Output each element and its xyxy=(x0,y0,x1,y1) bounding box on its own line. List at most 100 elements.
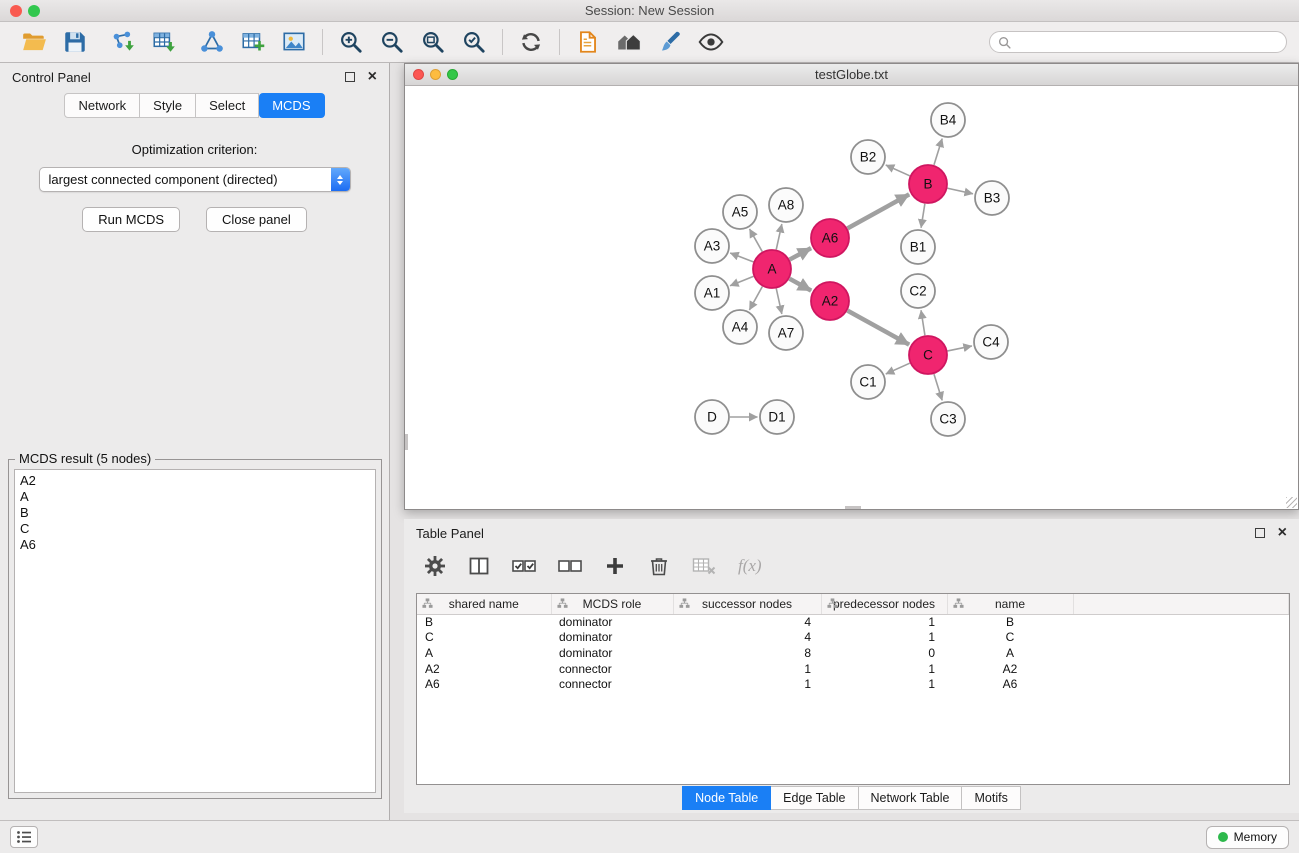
cell-shared-name[interactable]: C xyxy=(417,630,551,646)
delete-column-button[interactable] xyxy=(646,553,672,579)
cell-successor-nodes[interactable]: 1 xyxy=(673,676,821,692)
float-panel-icon[interactable] xyxy=(345,72,355,82)
new-table-button[interactable] xyxy=(237,26,269,58)
window-resize-grip[interactable] xyxy=(1286,497,1297,508)
cell-successor-nodes[interactable]: 1 xyxy=(673,661,821,677)
tab-style[interactable]: Style xyxy=(140,93,196,118)
cell-name[interactable]: C xyxy=(947,630,1073,646)
new-network-button[interactable] xyxy=(196,26,228,58)
cell-successor-nodes[interactable]: 4 xyxy=(673,630,821,646)
edge-C-C3[interactable] xyxy=(934,374,942,400)
cell-successor-nodes[interactable]: 8 xyxy=(673,645,821,661)
cell-name[interactable]: A xyxy=(947,645,1073,661)
edge-A2-C[interactable] xyxy=(848,311,910,345)
close-window-button[interactable] xyxy=(10,5,22,17)
cell-predecessor-nodes[interactable]: 1 xyxy=(821,614,947,630)
table-row[interactable]: A6 connector 1 1 A6 xyxy=(417,676,1289,692)
export-image-button[interactable] xyxy=(278,26,310,58)
cell-predecessor-nodes[interactable]: 1 xyxy=(821,661,947,677)
network-overview-button[interactable] xyxy=(613,26,645,58)
cell-shared-name[interactable]: A2 xyxy=(417,661,551,677)
table-row[interactable]: A2 connector 1 1 A2 xyxy=(417,661,1289,677)
show-panels-button[interactable] xyxy=(10,826,38,848)
edge-A-A2[interactable] xyxy=(790,279,812,291)
edge-C-C1[interactable] xyxy=(886,363,910,374)
deselect-all-button[interactable] xyxy=(556,553,584,579)
column-header-shared-name[interactable]: shared name xyxy=(417,594,551,614)
tab-select[interactable]: Select xyxy=(196,93,259,118)
tab-mcds[interactable]: MCDS xyxy=(259,93,324,118)
tab-node-table[interactable]: Node Table xyxy=(682,786,771,810)
close-panel-icon[interactable]: × xyxy=(368,72,377,82)
search-field[interactable] xyxy=(989,31,1287,53)
tab-motifs[interactable]: Motifs xyxy=(962,786,1020,810)
close-mcds-panel-button[interactable]: Close panel xyxy=(206,207,307,232)
cell-successor-nodes[interactable]: 4 xyxy=(673,614,821,630)
edge-C-C4[interactable] xyxy=(948,346,972,351)
table-row[interactable]: C dominator 4 1 C xyxy=(417,630,1289,646)
table-row[interactable]: B dominator 4 1 B xyxy=(417,614,1289,630)
run-mcds-button[interactable]: Run MCDS xyxy=(82,207,180,232)
network-minimize-button[interactable] xyxy=(430,69,441,80)
criterion-dropdown[interactable]: largest connected component (directed) xyxy=(39,167,351,192)
function-builder-button[interactable]: f(x) xyxy=(738,556,762,576)
result-item[interactable]: C xyxy=(20,521,370,537)
edge-A-A4[interactable] xyxy=(749,287,762,310)
edge-B-B1[interactable] xyxy=(921,204,925,228)
vertical-scroll-stub[interactable] xyxy=(405,434,408,450)
search-input[interactable] xyxy=(1016,35,1278,50)
cell-shared-name[interactable]: B xyxy=(417,614,551,630)
zoom-in-button[interactable] xyxy=(335,26,367,58)
network-canvas-svg[interactable]: B4B2BB3A5A8A6B1A3AA1C2A2A4A7C4C1CC3DD1 xyxy=(405,86,1298,509)
show-hide-button[interactable] xyxy=(695,26,727,58)
edge-C-C2[interactable] xyxy=(921,310,925,335)
network-canvas[interactable]: B4B2BB3A5A8A6B1A3AA1C2A2A4A7C4C1CC3DD1 xyxy=(405,86,1298,509)
edge-A-A8[interactable] xyxy=(776,224,782,249)
float-table-panel-icon[interactable] xyxy=(1255,528,1265,538)
edge-B-B4[interactable] xyxy=(934,139,942,165)
open-session-button[interactable] xyxy=(18,26,50,58)
import-network-button[interactable] xyxy=(107,26,139,58)
cell-name[interactable]: B xyxy=(947,614,1073,630)
column-header-name[interactable]: name xyxy=(947,594,1073,614)
cell-mcds-role[interactable]: connector xyxy=(551,661,673,677)
edge-B-B2[interactable] xyxy=(886,165,910,176)
edge-A-A1[interactable] xyxy=(730,276,753,285)
cell-shared-name[interactable]: A xyxy=(417,645,551,661)
refresh-button[interactable] xyxy=(515,26,547,58)
network-close-button[interactable] xyxy=(413,69,424,80)
edge-A-A5[interactable] xyxy=(750,229,763,252)
cell-mcds-role[interactable]: dominator xyxy=(551,614,673,630)
horizontal-scroll-stub[interactable] xyxy=(845,506,861,509)
cell-predecessor-nodes[interactable]: 1 xyxy=(821,676,947,692)
close-table-panel-icon[interactable]: × xyxy=(1278,528,1287,538)
cell-name[interactable]: A2 xyxy=(947,661,1073,677)
cell-predecessor-nodes[interactable]: 1 xyxy=(821,630,947,646)
column-header-mcds-role[interactable]: MCDS role xyxy=(551,594,673,614)
delete-table-button[interactable] xyxy=(690,553,718,579)
cell-mcds-role[interactable]: dominator xyxy=(551,645,673,661)
edge-B-B3[interactable] xyxy=(948,188,973,194)
result-item[interactable]: B xyxy=(20,505,370,521)
add-column-button[interactable] xyxy=(602,553,628,579)
import-table-button[interactable] xyxy=(148,26,180,58)
zoom-window-button[interactable] xyxy=(28,5,40,17)
edge-A-A3[interactable] xyxy=(730,253,753,262)
table-settings-button[interactable] xyxy=(422,553,448,579)
column-header-successor-nodes[interactable]: successor nodes xyxy=(673,594,821,614)
edge-A-A7[interactable] xyxy=(776,289,782,314)
memory-button[interactable]: Memory xyxy=(1206,826,1289,849)
network-window-titlebar[interactable]: testGlobe.txt xyxy=(405,64,1298,86)
edge-A6-B[interactable] xyxy=(848,194,910,228)
tab-edge-table[interactable]: Edge Table xyxy=(771,786,858,810)
tab-network-table[interactable]: Network Table xyxy=(859,786,963,810)
tab-network[interactable]: Network xyxy=(64,93,140,118)
result-item[interactable]: A xyxy=(20,489,370,505)
zoom-fit-button[interactable] xyxy=(417,26,449,58)
edge-A-A6[interactable] xyxy=(790,248,811,259)
mcds-result-list[interactable]: A2 A B C A6 xyxy=(14,469,376,793)
show-columns-button[interactable] xyxy=(466,553,492,579)
cell-predecessor-nodes[interactable]: 0 xyxy=(821,645,947,661)
save-session-button[interactable] xyxy=(59,26,91,58)
result-item[interactable]: A6 xyxy=(20,537,370,553)
